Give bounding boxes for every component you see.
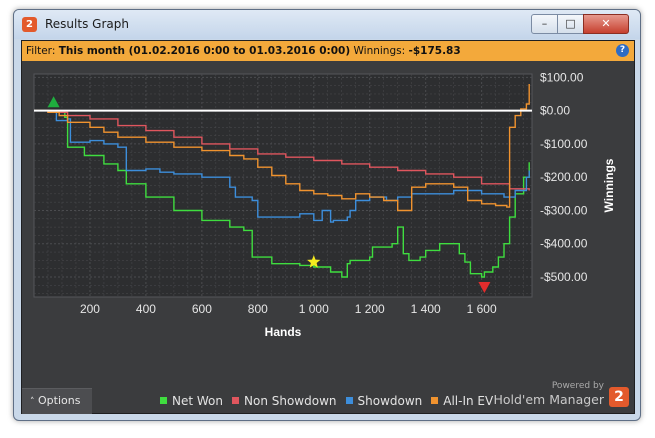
y-tick-label: -$500.00 [540, 270, 588, 284]
y-axis-title: Winnings [602, 158, 616, 212]
y-tick-label: -$300.00 [540, 203, 588, 217]
chart-legend: Net Won Non Showdown Showdown All-In EV [160, 394, 502, 408]
legend-swatch [345, 397, 353, 404]
minimize-button[interactable]: – [531, 14, 558, 34]
legend-swatch [431, 397, 439, 404]
hm2-app-icon: 2 [22, 17, 37, 32]
legend-label: Non Showdown [244, 394, 337, 408]
x-tick-label: 600 [192, 302, 212, 316]
hm2-logo-icon: 2 [609, 387, 629, 407]
results-graph-window: 2 Results Graph – □ ✕ Filter: This month… [13, 9, 641, 421]
graph-panel: Filter: This month (01.02.2016 0:00 to 0… [21, 40, 635, 414]
legend-swatch [160, 397, 167, 404]
x-tick-label: 1 400 [411, 302, 441, 316]
title-bar[interactable]: 2 Results Graph – □ ✕ [14, 10, 640, 39]
filter-value: This month (01.02.2016 0:00 to 01.03.201… [58, 45, 351, 57]
window-title: Results Graph [45, 17, 129, 31]
x-tick-label: 1 200 [355, 302, 385, 316]
x-tick-label: 800 [248, 302, 268, 316]
y-tick-label: -$200.00 [540, 170, 588, 184]
x-axis-title: Hands [265, 325, 302, 339]
legend-item[interactable]: All-In EV [431, 394, 493, 408]
filter-bar: Filter: This month (01.02.2016 0:00 to 0… [22, 41, 634, 61]
options-label: Options [38, 394, 81, 407]
legend-item[interactable]: Net Won [160, 394, 223, 408]
legend-label: Net Won [172, 394, 223, 408]
legend-item[interactable]: Non Showdown [232, 394, 337, 408]
winnings-value: -$175.83 [408, 45, 461, 57]
y-tick-label: $0.00 [540, 104, 570, 118]
winnings-label: Winnings: [353, 45, 406, 57]
powered-by-label: Powered by [551, 381, 604, 391]
results-chart[interactable]: 200 400 600 800 1 000 1 200 1 400 1 600 $100.00 $… [22, 61, 634, 388]
y-tick-label: $100.00 [540, 70, 584, 84]
options-button[interactable]: ˄ Options [22, 388, 92, 414]
chevron-up-icon: ˄ [30, 397, 35, 407]
y-tick-label: -$100.00 [540, 137, 588, 151]
x-tick-label: 200 [80, 302, 100, 316]
legend-label: All-In EV [443, 394, 494, 408]
x-tick-label: 400 [136, 302, 156, 316]
x-tick-label: 1 600 [467, 302, 497, 316]
brand-name: Hold'em Manager [493, 392, 604, 407]
close-button[interactable]: ✕ [583, 14, 629, 34]
filter-label: Filter: [26, 45, 56, 57]
help-icon[interactable]: ? [616, 44, 629, 57]
legend-item[interactable]: Showdown [345, 394, 423, 408]
legend-swatch [232, 397, 239, 404]
y-tick-label: -$400.00 [540, 237, 588, 251]
x-tick-label: 1 000 [299, 302, 329, 316]
maximize-button[interactable]: □ [557, 14, 584, 34]
legend-label: Showdown [357, 394, 423, 408]
